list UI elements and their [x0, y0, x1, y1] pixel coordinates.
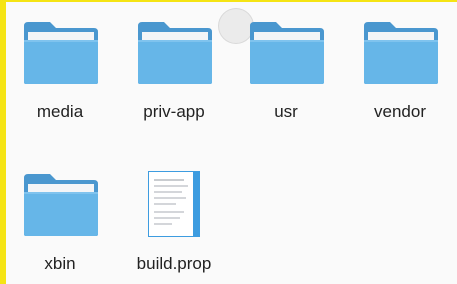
item-label: build.prop: [136, 254, 212, 273]
folder-icon: [138, 22, 212, 84]
document-icon: [148, 171, 200, 237]
item-label: xbin: [44, 254, 76, 273]
folder-icon: [250, 22, 324, 84]
grid-item-usr[interactable]: usr: [232, 2, 340, 126]
item-label: vendor: [374, 102, 426, 121]
grid-item-xbin[interactable]: xbin: [6, 154, 114, 278]
grid-item-priv-app[interactable]: priv-app: [120, 2, 228, 126]
grid-item-vendor[interactable]: vendor: [346, 2, 454, 126]
item-label: usr: [274, 102, 298, 121]
item-label: media: [36, 102, 84, 121]
grid-item-media[interactable]: media: [6, 2, 114, 126]
folder-icon: [24, 174, 98, 236]
grid-item-build-prop[interactable]: build.prop: [120, 154, 228, 278]
folder-icon: [24, 22, 98, 84]
folder-icon: [364, 22, 438, 84]
file-grid: media priv-app usr vendor xbin build.pro…: [6, 2, 457, 284]
item-label: priv-app: [143, 102, 205, 121]
